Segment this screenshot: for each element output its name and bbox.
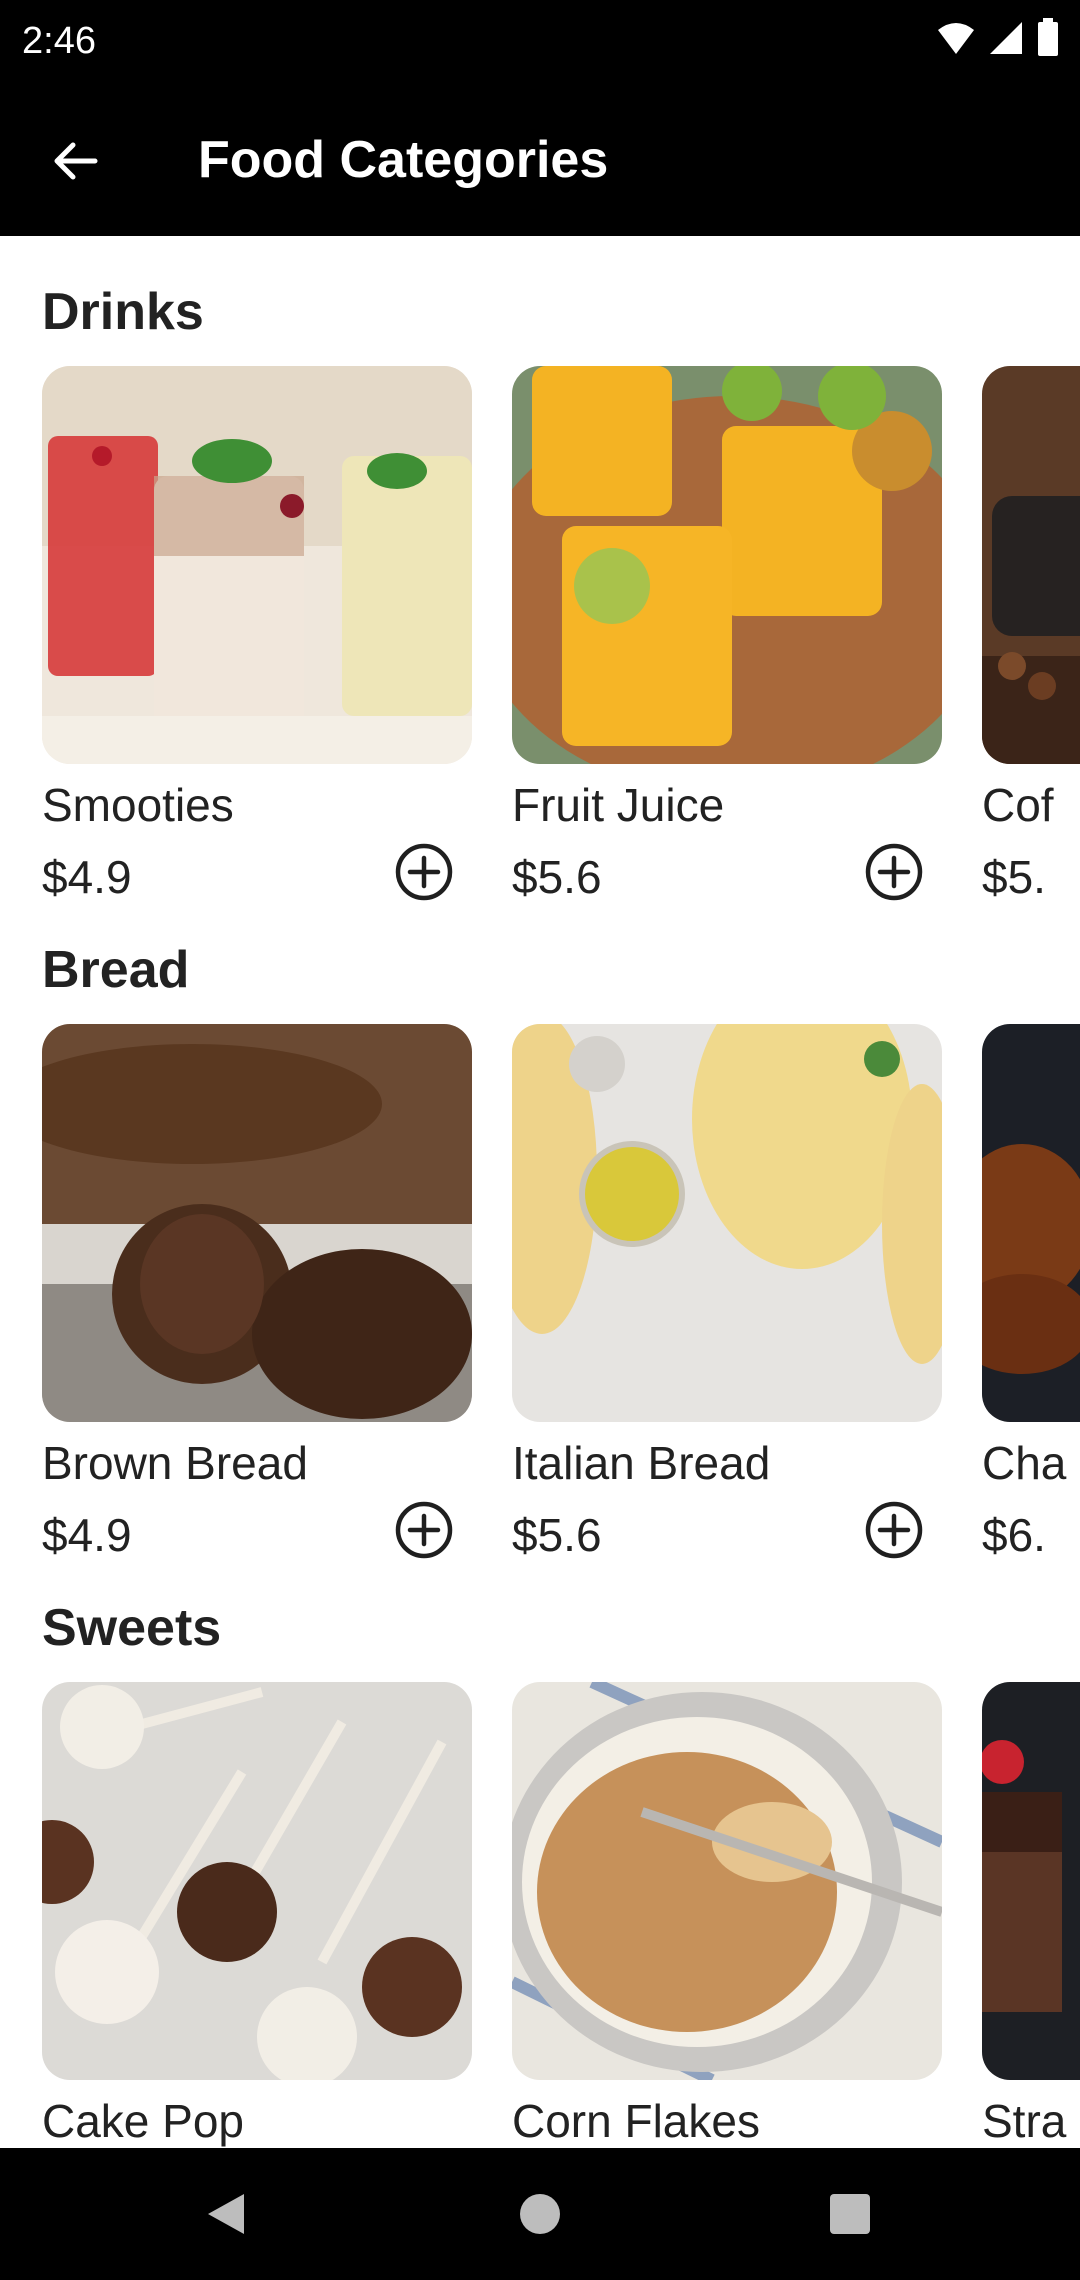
smoothies-photo (42, 366, 472, 764)
food-card[interactable]: Stra (982, 1682, 1080, 2148)
food-card[interactable]: Cake Pop (42, 1682, 472, 2148)
back-triangle-icon (208, 2194, 244, 2234)
item-name: Fruit Juice (512, 779, 725, 831)
app-bar: Food Categories (0, 86, 1080, 236)
brown-bread-photo (42, 1024, 472, 1422)
add-to-cart-button[interactable] (394, 1500, 454, 1560)
food-card[interactable]: Brown Bread $4.9 (42, 1024, 472, 1564)
add-to-cart-button[interactable] (864, 1500, 924, 1560)
item-name: Cof (982, 779, 1054, 831)
system-nav-bar (0, 2148, 1080, 2280)
section-title: Drinks (42, 283, 204, 341)
nav-back-button[interactable] (196, 2184, 256, 2244)
battery-icon (1038, 18, 1058, 56)
add-circle-icon (395, 843, 453, 901)
status-time: 2:46 (22, 20, 96, 62)
section-drinks: Drinks Smooties $4.9 Fruit Juice $5.6 Co… (0, 236, 1080, 903)
cellular-signal-icon (990, 22, 1022, 54)
item-name: Corn Flakes (512, 2095, 760, 2147)
item-name: Smooties (42, 779, 234, 831)
item-name: Cha (982, 1437, 1067, 1489)
add-circle-icon (865, 1501, 923, 1559)
item-row[interactable]: Smooties $4.9 Fruit Juice $5.6 Cof $5. (42, 366, 1080, 906)
categories-list[interactable]: Drinks Smooties $4.9 Fruit Juice $5.6 Co… (0, 236, 1080, 2148)
status-icons (936, 18, 1060, 58)
item-name: Stra (982, 2095, 1067, 2147)
back-button[interactable] (40, 126, 110, 196)
status-bar: 2:46 (0, 0, 1080, 86)
wifi-icon (938, 23, 974, 54)
coffee-photo (982, 366, 1080, 764)
section-sweets: Sweets Cake Pop Corn Flakes Stra (0, 1552, 1080, 2148)
strawberry-cake-photo (982, 1682, 1080, 2080)
item-row[interactable]: Cake Pop Corn Flakes Stra (42, 1682, 1080, 2148)
page-title: Food Categories (198, 131, 609, 189)
nav-recents-button[interactable] (820, 2184, 880, 2244)
section-title: Bread (42, 941, 190, 999)
food-card[interactable]: Italian Bread $5.6 (512, 1024, 942, 1564)
add-to-cart-button[interactable] (394, 842, 454, 902)
recents-square-icon (830, 2194, 870, 2234)
item-row[interactable]: Brown Bread $4.9 Italian Bread $5.6 Cha … (42, 1024, 1080, 1564)
food-card[interactable]: Cha $6. (982, 1024, 1080, 1564)
add-to-cart-button[interactable] (864, 842, 924, 902)
item-name: Brown Bread (42, 1437, 308, 1489)
home-circle-icon (520, 2194, 560, 2234)
food-card[interactable]: Corn Flakes (512, 1682, 942, 2148)
add-circle-icon (865, 843, 923, 901)
arrow-back-icon (54, 142, 98, 180)
section-bread: Bread Brown Bread $4.9 Italian Bread $5.… (0, 894, 1080, 1561)
section-title: Sweets (42, 1599, 222, 1657)
fruit-juice-photo (512, 366, 942, 764)
item-name: Italian Bread (512, 1437, 771, 1489)
italian-bread-photo (512, 1024, 942, 1422)
food-card[interactable]: Cof $5. (982, 366, 1080, 906)
food-card[interactable]: Fruit Juice $5.6 (512, 366, 942, 906)
item-name: Cake Pop (42, 2095, 245, 2147)
add-circle-icon (395, 1501, 453, 1559)
challah-photo (982, 1024, 1080, 1422)
food-card[interactable]: Smooties $4.9 (42, 366, 472, 906)
corn-flakes-photo (512, 1682, 942, 2080)
cake-pop-photo (42, 1682, 472, 2080)
nav-home-button[interactable] (510, 2184, 570, 2244)
